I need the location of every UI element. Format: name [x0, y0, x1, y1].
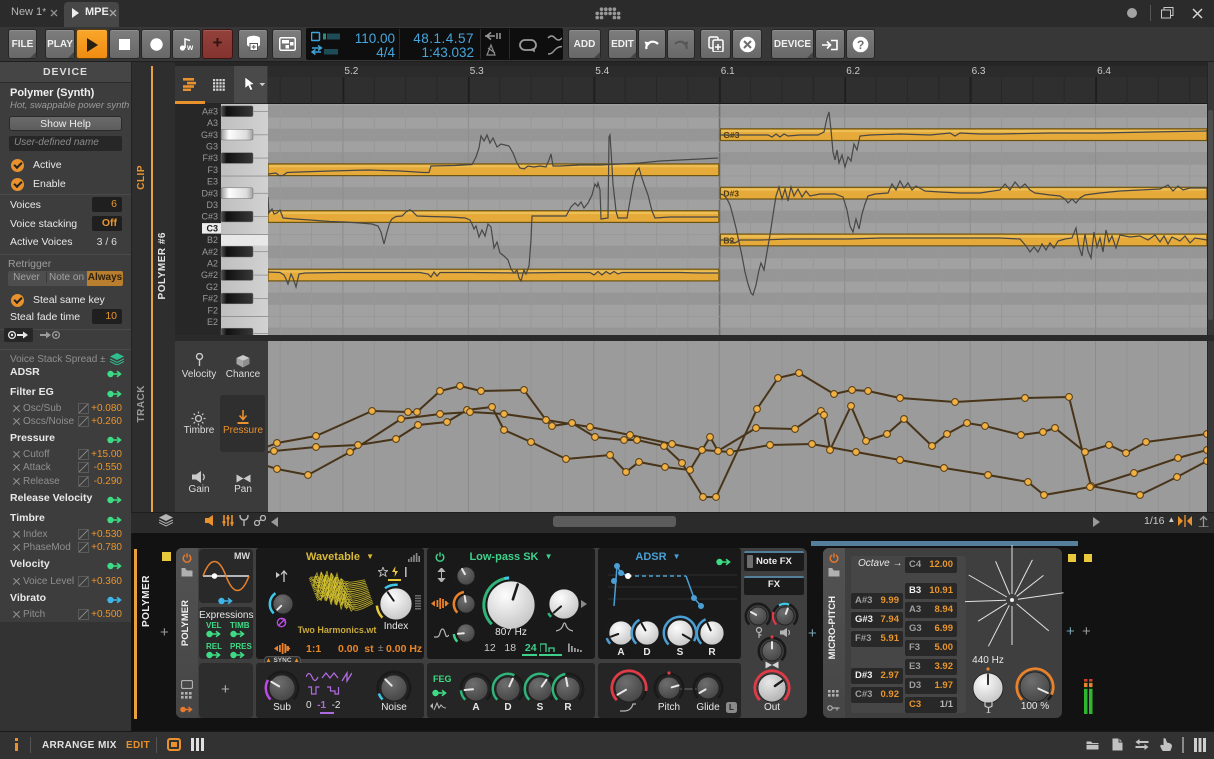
svg-text:B2: B2 [207, 235, 218, 245]
svg-text:C3: C3 [206, 223, 218, 233]
svg-text:A#2: A#2 [202, 247, 218, 257]
svg-text:F2: F2 [207, 305, 218, 315]
svg-text:F#2: F#2 [202, 294, 218, 304]
svg-text:E3: E3 [207, 177, 218, 187]
svg-text:A#3: A#3 [202, 106, 218, 116]
svg-text:D#3: D#3 [201, 188, 218, 198]
svg-text:G#2: G#2 [201, 270, 218, 280]
svg-text:A2: A2 [207, 259, 218, 269]
svg-text:E2: E2 [207, 317, 218, 327]
svg-text:?: ? [857, 38, 864, 52]
svg-text:A3: A3 [207, 118, 218, 128]
svg-text:D3: D3 [206, 200, 218, 210]
svg-text:G2: G2 [206, 282, 218, 292]
svg-text:F3: F3 [207, 165, 218, 175]
svg-text:F#3: F#3 [202, 153, 218, 163]
svg-text:C#3: C#3 [201, 212, 218, 222]
svg-text:w: w [186, 43, 194, 52]
svg-text:G3: G3 [206, 142, 218, 152]
svg-text:G#3: G#3 [201, 130, 218, 140]
